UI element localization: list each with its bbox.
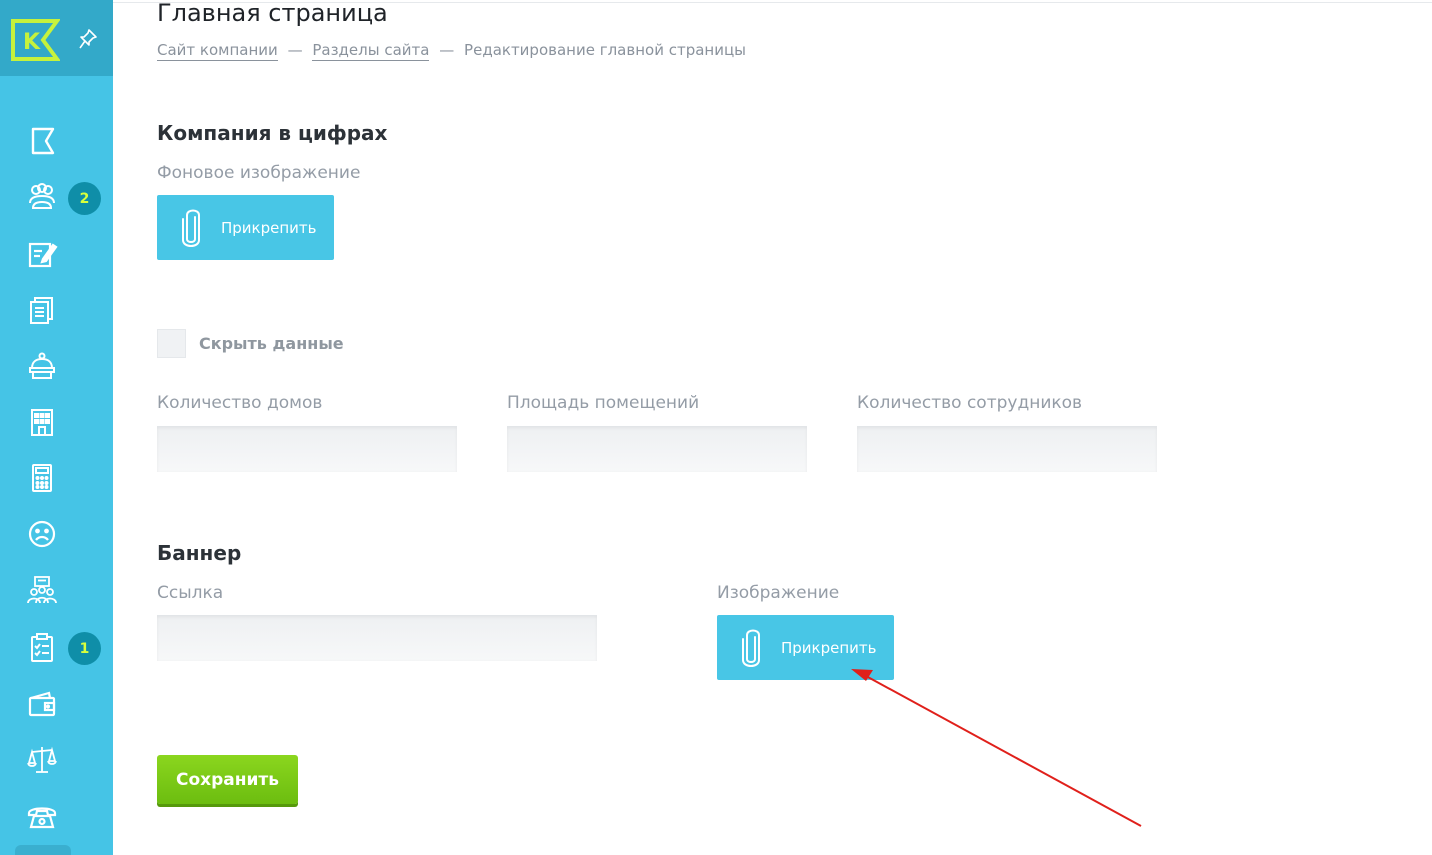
svg-text:K: K bbox=[23, 30, 41, 55]
sidebar-scroll-item[interactable] bbox=[15, 845, 71, 855]
flag-icon[interactable] bbox=[22, 121, 62, 161]
area-label: Площадь помещений bbox=[507, 393, 700, 413]
pin-icon[interactable] bbox=[78, 28, 98, 50]
building-icon[interactable] bbox=[22, 402, 62, 442]
breadcrumb-separator: — bbox=[287, 41, 303, 59]
attach-banner-image-label: Прикрепить bbox=[781, 638, 877, 657]
logo-block: K bbox=[0, 0, 113, 76]
meeting-icon[interactable] bbox=[22, 571, 62, 611]
page-title: Главная страница bbox=[157, 0, 388, 27]
residents-badge: 2 bbox=[68, 182, 101, 215]
breadcrumb-current: Редактирование главной страницы bbox=[464, 41, 747, 59]
reception-bell-icon[interactable] bbox=[22, 346, 62, 386]
scales-icon[interactable] bbox=[22, 740, 62, 780]
save-button[interactable]: Сохранить bbox=[157, 755, 298, 804]
breadcrumb-link-site-sections[interactable]: Разделы сайта bbox=[312, 41, 430, 61]
banner-link-input[interactable] bbox=[157, 615, 597, 661]
sad-face-icon[interactable] bbox=[22, 514, 62, 554]
checklist-icon[interactable] bbox=[22, 628, 62, 668]
residents-icon[interactable] bbox=[22, 178, 62, 218]
banner-image-label: Изображение bbox=[717, 583, 840, 603]
area-input[interactable] bbox=[507, 426, 807, 472]
paperclip-icon bbox=[182, 209, 200, 247]
phone-icon[interactable] bbox=[22, 796, 62, 836]
paperclip-icon bbox=[742, 629, 760, 667]
background-image-label: Фоновое изображение bbox=[157, 163, 361, 183]
section-title-banner: Баннер bbox=[157, 541, 242, 565]
wallet-icon[interactable] bbox=[22, 684, 62, 724]
attach-banner-image-button[interactable]: Прикрепить bbox=[717, 615, 894, 680]
employees-count-label: Количество сотрудников bbox=[857, 393, 1083, 413]
attach-background-label: Прикрепить bbox=[221, 218, 317, 237]
breadcrumb-link-company-site[interactable]: Сайт компании bbox=[157, 41, 278, 61]
breadcrumb: Сайт компании — Разделы сайта — Редактир… bbox=[157, 41, 747, 61]
logo[interactable]: K bbox=[10, 18, 60, 62]
banner-link-label: Ссылка bbox=[157, 583, 224, 603]
documents-icon[interactable] bbox=[22, 290, 62, 330]
attach-background-button[interactable]: Прикрепить bbox=[157, 195, 334, 260]
section-title-company-numbers: Компания в цифрах bbox=[157, 121, 388, 145]
calculator-icon[interactable] bbox=[22, 458, 62, 498]
houses-count-label: Количество домов bbox=[157, 393, 323, 413]
hide-data-checkbox[interactable] bbox=[157, 329, 186, 358]
employees-count-input[interactable] bbox=[857, 426, 1157, 472]
houses-count-input[interactable] bbox=[157, 426, 457, 472]
edit-note-icon[interactable] bbox=[22, 234, 62, 274]
breadcrumb-separator: — bbox=[439, 41, 455, 59]
hide-data-label[interactable]: Скрыть данные bbox=[199, 334, 344, 353]
sidebar: K 2 1 bbox=[0, 0, 113, 855]
checklist-badge: 1 bbox=[68, 632, 101, 665]
